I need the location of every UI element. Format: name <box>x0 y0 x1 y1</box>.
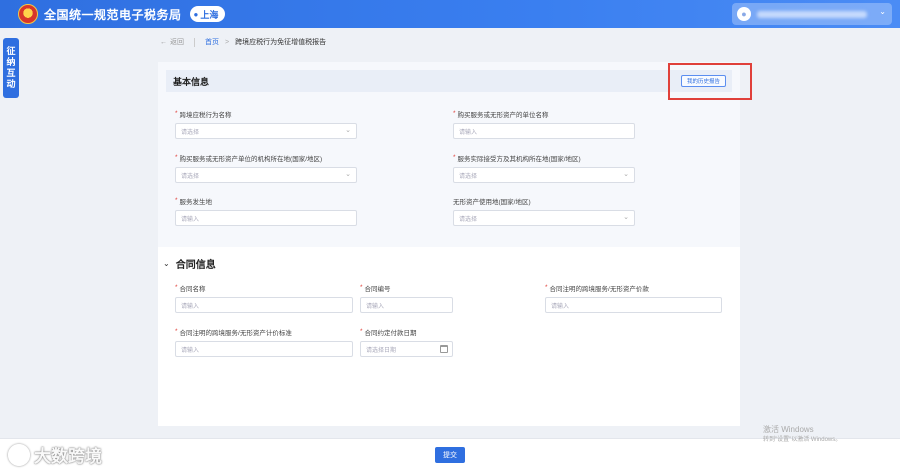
placeholder: 请输入 <box>459 129 478 136</box>
service-place-field: * 服务发生地 请输入 <box>175 196 357 226</box>
basic-info-section: 基本信息 我的历史报告 * 跨境应税行为名称 请选择 ⌄ * 购买服务或无形资产的单位… <box>158 62 740 247</box>
contract-price-field: * 合同注明的跨境服务/无形资产价款 请输入 <box>545 283 722 313</box>
payment-date-field: * 合同约定付款日期 请选择日期 <box>360 327 453 357</box>
contract-number-field: * 合同编号 请输入 <box>360 283 453 313</box>
required-mark: * <box>545 284 548 291</box>
watermark-logo: 大数跨境 <box>8 442 102 467</box>
back-label: 返回 <box>170 39 184 46</box>
field-label: 合同注明的跨境服务/无形资产计价标准 <box>179 329 292 337</box>
required-mark: * <box>175 110 178 117</box>
service-receiver-location-field: * 服务实际接受方及其机构所在地(国家/地区) 请选择 ⌄ <box>453 153 635 183</box>
breadcrumb-separator: > <box>225 38 230 46</box>
brand-logo-icon <box>8 443 30 466</box>
intangible-use-location-field: 无形资产使用地(国家/地区) 请选择 ⌄ <box>453 196 635 226</box>
interaction-side-tab[interactable]: 征 纳 互 动 <box>3 38 19 98</box>
pricing-standard-field: * 合同注明的跨境服务/无形资产计价标准 请输入 <box>175 327 353 357</box>
chevron-down-icon: ⌄ <box>623 171 629 178</box>
placeholder: 请输入 <box>181 303 200 310</box>
field-label: 跨境应税行为名称 <box>179 111 232 119</box>
field-label: 合同注明的跨境服务/无形资产价款 <box>549 285 649 293</box>
placeholder: 请输入 <box>181 347 200 354</box>
chevron-down-icon: ⌄ <box>163 259 170 268</box>
buyer-location-select[interactable]: 请选择 ⌄ <box>175 167 357 183</box>
region-selector[interactable]: ● 上海 <box>189 6 226 22</box>
report-form-card: 基本信息 我的历史报告 * 跨境应税行为名称 请选择 ⌄ * 购买服务或无形资产的单位… <box>158 62 740 426</box>
payment-date-picker[interactable]: 请选择日期 <box>360 341 453 357</box>
highlight-annotation-box <box>668 63 752 100</box>
field-label: 无形资产使用地(国家/地区) <box>453 198 531 206</box>
site-title: 全国统一规范电子税务局 <box>44 7 182 22</box>
avatar-icon: ● <box>737 7 751 21</box>
placeholder: 请输入 <box>551 303 570 310</box>
activation-hint: 转到"设置"以激活 Windows。 <box>763 437 842 443</box>
national-emblem-icon <box>18 4 38 24</box>
intangible-use-location-select[interactable]: 请选择 ⌄ <box>453 210 635 226</box>
windows-activation-notice: 激活 Windows 转到"设置"以激活 Windows。 <box>763 425 841 445</box>
required-mark: * <box>453 110 456 117</box>
field-label: 服务实际接受方及其机构所在地(国家/地区) <box>457 155 581 163</box>
placeholder: 请选择 <box>181 173 200 180</box>
field-label: 合同约定付款日期 <box>364 329 417 337</box>
buyer-location-field: * 购买服务或无形资产单位的机构所在地(国家/地区) 请选择 ⌄ <box>175 153 357 183</box>
placeholder: 请选择 <box>181 129 200 136</box>
section-title: 合同信息 <box>175 260 216 271</box>
placeholder: 请选择 <box>459 216 478 223</box>
required-mark: * <box>175 154 178 161</box>
divider <box>194 37 195 47</box>
required-mark: * <box>453 154 456 161</box>
side-tab-char: 征 <box>6 46 16 56</box>
breadcrumb-current: 跨境应税行为免征增值税报告 <box>235 39 327 46</box>
placeholder: 请输入 <box>181 216 200 223</box>
chevron-down-icon: ⌄ <box>345 127 351 134</box>
contract-name-field: * 合同名称 请输入 <box>175 283 353 313</box>
contract-name-input[interactable]: 请输入 <box>175 297 353 313</box>
contract-number-input[interactable]: 请输入 <box>360 297 453 313</box>
submit-button[interactable]: 提交 <box>435 447 465 463</box>
cross-border-taxable-act-field: * 跨境应税行为名称 请选择 ⌄ <box>175 109 357 139</box>
buyer-name-field: * 购买服务或无形资产的单位名称 请输入 <box>453 109 635 139</box>
placeholder: 请选择 <box>459 173 478 180</box>
section-title: 基本信息 <box>173 76 210 87</box>
placeholder: 请选择日期 <box>366 347 397 354</box>
activation-title: 激活 Windows <box>763 425 814 434</box>
arrow-left-icon: ← <box>160 38 167 46</box>
required-mark: * <box>175 328 178 335</box>
user-menu[interactable]: ● ●●●●●●●●●● ⌄ <box>732 3 892 25</box>
side-tab-char: 动 <box>6 79 16 89</box>
chevron-down-icon: ⌄ <box>623 214 629 221</box>
side-tab-char: 纳 <box>6 57 16 67</box>
required-mark: * <box>360 284 363 291</box>
field-label: 合同名称 <box>179 285 206 293</box>
watermark-brand: 大数跨境 <box>34 447 102 466</box>
chevron-down-icon: ⌄ <box>879 7 886 16</box>
pricing-standard-input[interactable]: 请输入 <box>175 341 353 357</box>
location-pin-icon: ● <box>193 9 199 19</box>
contract-info-header[interactable]: ⌄ 合同信息 <box>163 256 216 271</box>
buyer-name-input[interactable]: 请输入 <box>453 123 635 139</box>
region-label: 上海 <box>200 9 219 20</box>
service-receiver-location-select[interactable]: 请选择 ⌄ <box>453 167 635 183</box>
user-name-blurred: ●●●●●●●●●● <box>757 10 867 18</box>
top-header: 全国统一规范电子税务局 ● 上海 ● ●●●●●●●●●● ⌄ <box>0 0 900 28</box>
field-label: 购买服务或无形资产的单位名称 <box>457 111 549 119</box>
required-mark: * <box>175 284 178 291</box>
breadcrumb-home-link[interactable]: 首页 <box>205 37 219 47</box>
side-tab-char: 互 <box>6 68 16 78</box>
placeholder: 请输入 <box>366 303 385 310</box>
required-mark: * <box>175 197 178 204</box>
back-button[interactable]: ← 返回 <box>160 37 184 47</box>
chevron-down-icon: ⌄ <box>345 171 351 178</box>
field-label: 服务发生地 <box>179 198 213 206</box>
field-label: 合同编号 <box>364 285 391 293</box>
calendar-icon <box>440 345 448 353</box>
cross-border-act-select[interactable]: 请选择 ⌄ <box>175 123 357 139</box>
required-mark: * <box>360 328 363 335</box>
breadcrumb: ← 返回 首页 > 跨境应税行为免征增值税报告 <box>160 37 326 47</box>
field-label: 购买服务或无形资产单位的机构所在地(国家/地区) <box>179 155 323 163</box>
basic-info-header: 基本信息 我的历史报告 <box>166 70 732 92</box>
contract-price-input[interactable]: 请输入 <box>545 297 722 313</box>
service-place-input[interactable]: 请输入 <box>175 210 357 226</box>
